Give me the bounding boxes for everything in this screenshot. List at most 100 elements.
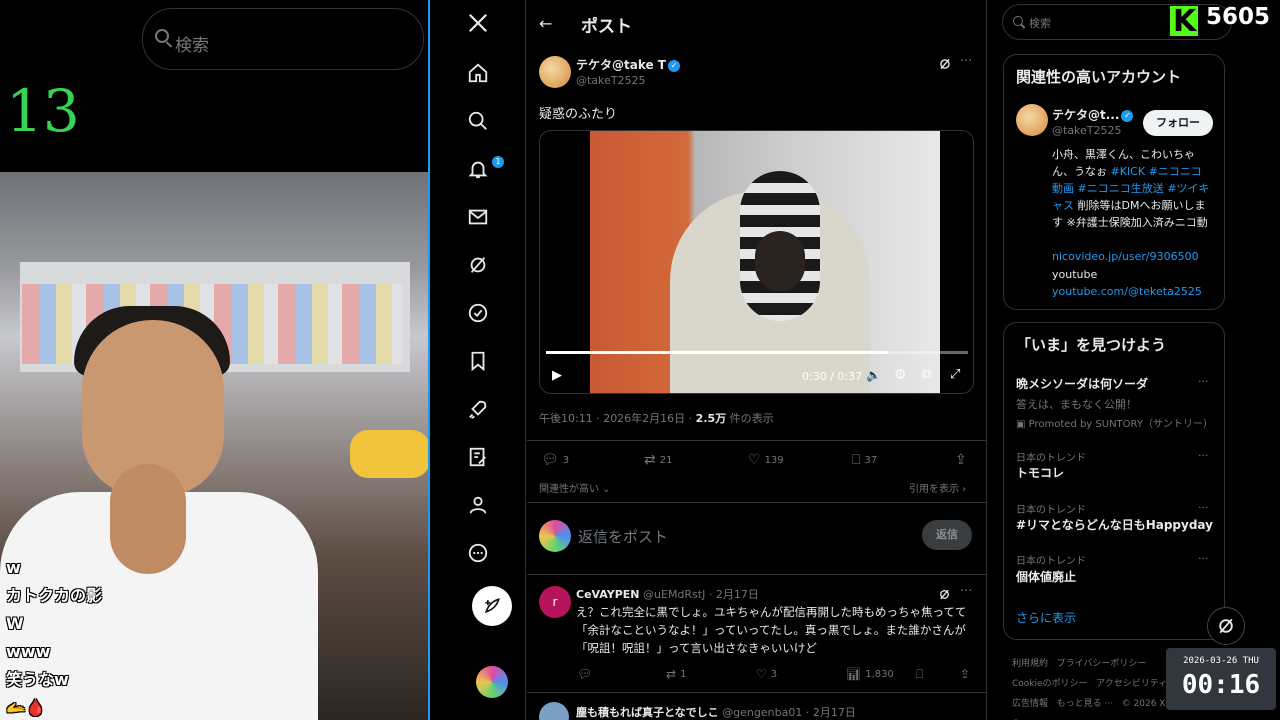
post-author-avatar[interactable] (539, 56, 571, 88)
footer-link[interactable]: 広告情報 (1012, 699, 1048, 709)
mail-icon[interactable] (465, 204, 491, 230)
grok-icon[interactable] (465, 252, 491, 278)
page-title: ポスト (581, 17, 632, 37)
reply-author-name[interactable]: 塵も積もれば真子となでしこ (576, 706, 719, 719)
kick-logo-icon (1170, 4, 1198, 39)
related-account-name[interactable]: テケタ@t... ✓ (1052, 106, 1134, 123)
reply-stat[interactable]: 💬︎ 3 (541, 452, 569, 468)
share-button[interactable]: ⇪ (955, 452, 967, 468)
left-search-box[interactable]: 検索 (142, 8, 424, 70)
repost-stat[interactable]: ⇄ 21 (644, 452, 672, 468)
trend-name[interactable]: #リマとならどんな日もHappyday (1016, 516, 1213, 533)
bell-icon[interactable] (465, 156, 491, 182)
dock-icon[interactable]: ⧉ (922, 367, 931, 382)
more-dots-icon[interactable]: ··· (1198, 375, 1209, 388)
video-progress-bar[interactable] (546, 351, 968, 354)
divider (527, 692, 987, 693)
reply-text: え？これ完全に黒でしょ。ユキちゃんが配信再開した時もめっちゃ焦ってて「余計なこと… (576, 605, 967, 655)
clock-overlay: 2026-03-26 THU 00:16 (1166, 648, 1276, 710)
rocket-icon[interactable] (465, 396, 491, 422)
compose-post-button[interactable] (472, 586, 512, 626)
post-author-handle[interactable]: @takeT2525 (576, 74, 646, 87)
related-account-bio: 小舟、黒澤くん、こわいちゃん、うなぉ #KICK #ニコニコ動画 #ニコニコ生放… (1052, 146, 1212, 231)
reply-views-stat[interactable]: 📊︎ 1,830 (846, 667, 894, 681)
account-avatar[interactable] (476, 666, 508, 698)
related-account-avatar[interactable] (1016, 104, 1048, 136)
viewer-count: 5605 (1206, 4, 1271, 30)
edit-list-icon[interactable] (465, 444, 491, 470)
related-title: 関連性の高いアカウント (1016, 68, 1182, 86)
reply-share-button[interactable]: ⇪ (960, 667, 970, 681)
more-icon[interactable] (465, 540, 491, 566)
gear-icon[interactable]: ⚙ (894, 367, 907, 383)
bio-link-nicovideo[interactable]: nicovideo.jp/user/9306500 (1052, 250, 1199, 263)
divider (527, 440, 987, 441)
like-stat[interactable]: ♡ 139 (748, 452, 784, 468)
bookmark-icon: ⎕ (916, 667, 924, 681)
main-header: ← ポスト (527, 0, 986, 46)
grok-float-button[interactable] (1207, 607, 1245, 645)
view-quotes-link[interactable]: 引用を表示 › (909, 480, 966, 495)
fullscreen-icon[interactable]: ⤢ (950, 367, 960, 382)
ad-trend-name[interactable]: 晩メシソーダは何ソーダ (1016, 375, 1148, 392)
post-author-name[interactable]: テケタ@take T ✓ (576, 56, 680, 73)
reply-button[interactable]: 返信 (922, 520, 972, 550)
bookmark-count: 37 (864, 454, 878, 466)
trend-category: 日本のトレンド (1016, 453, 1086, 464)
reply-like-stat[interactable]: ♡ 3 (756, 667, 777, 681)
footer-link[interactable]: アクセシビリティ (1096, 679, 1167, 689)
x-logo-icon[interactable] (465, 10, 491, 36)
volume-icon[interactable]: 🔈 (866, 368, 881, 382)
views-chart-icon: 📊︎ (846, 667, 862, 681)
verified-icon[interactable] (465, 300, 491, 326)
footer-link[interactable]: もっと見る ··· (1057, 699, 1113, 709)
back-arrow-icon[interactable]: ← (539, 14, 552, 33)
reply-reply-stat[interactable]: 💬︎ (577, 667, 596, 681)
reply-bookmark-button[interactable]: ⎕ (916, 667, 923, 682)
more-dots-icon[interactable]: ··· (1198, 552, 1209, 565)
home-icon[interactable] (465, 60, 491, 86)
play-icon[interactable]: ▶ (552, 368, 562, 383)
chat-line: w (6, 558, 21, 577)
trend-name[interactable]: 個体値廃止 (1016, 568, 1076, 585)
more-dots-icon[interactable]: ··· (960, 584, 972, 599)
heart-icon: ♡ (756, 667, 767, 681)
trend-category: 日本のトレンド (1016, 505, 1086, 516)
video-player[interactable]: ▶ 0:30 / 0:37 🔈 ⚙ ⧉ ⤢ (539, 130, 974, 394)
footer-link[interactable]: 利用規約 (1012, 659, 1048, 669)
feather-plus-icon (484, 598, 500, 614)
chat-line: www (6, 642, 51, 661)
video-progress-fill (546, 351, 888, 354)
show-more-link[interactable]: さらに表示 (1016, 609, 1076, 626)
bookmark-icon[interactable] (465, 348, 491, 374)
bookmark-stat[interactable]: ⎕ 37 (852, 452, 877, 468)
chat-line: 笑うなw (6, 670, 69, 689)
reply-author-name[interactable]: CeVAYPEN (576, 588, 640, 601)
search-icon[interactable] (465, 108, 491, 134)
profile-icon[interactable] (465, 492, 491, 518)
bio-link-youtube[interactable]: youtube.com/@teketa2525 (1052, 285, 1202, 298)
ad-promoted: ▣ Promoted by SUNTORY（サントリー） (1016, 419, 1213, 430)
related-account-handle: @takeT2525 (1052, 124, 1122, 137)
footer-link[interactable]: プライバシーポリシー (1057, 659, 1147, 669)
post-meta: 午後10:11 · 2026年2月16日 · 2.5万 件の表示 (539, 410, 774, 426)
video-time: 0:30 / 0:37 (802, 370, 863, 383)
more-dots-icon[interactable]: ··· (1198, 449, 1209, 462)
left-search-placeholder: 検索 (175, 36, 209, 56)
follow-button[interactable]: フォロー (1143, 110, 1213, 136)
chat-emoji-icons: 🫴🩸 (6, 698, 46, 717)
grok-icon[interactable] (938, 56, 952, 75)
more-dots-icon[interactable]: ··· (1198, 501, 1209, 514)
more-dots-icon[interactable]: ··· (960, 54, 972, 69)
bookmark-icon: ⎕ (852, 452, 861, 468)
quotes-label: 引用を表示 (909, 484, 959, 495)
reply-input[interactable]: 返信をポスト (578, 526, 668, 547)
stream-pane: 検索 13 w カトクカの影 W www 笑うなw 🫴🩸 (0, 0, 428, 720)
relevance-sort[interactable]: 関連性が高い ⌄ (539, 480, 611, 495)
footer-link[interactable]: Cookieのポリシー (1012, 679, 1088, 689)
chat-overlay: w カトクカの影 W www 笑うなw 🫴🩸 (6, 556, 136, 720)
reply-repost-stat[interactable]: ⇄ 1 (666, 667, 686, 681)
trend-name[interactable]: トモコレ (1016, 464, 1064, 481)
ad-promoted-text: Promoted by SUNTORY（サントリー） (1028, 419, 1213, 430)
reply-author-avatar[interactable]: r (539, 586, 571, 618)
